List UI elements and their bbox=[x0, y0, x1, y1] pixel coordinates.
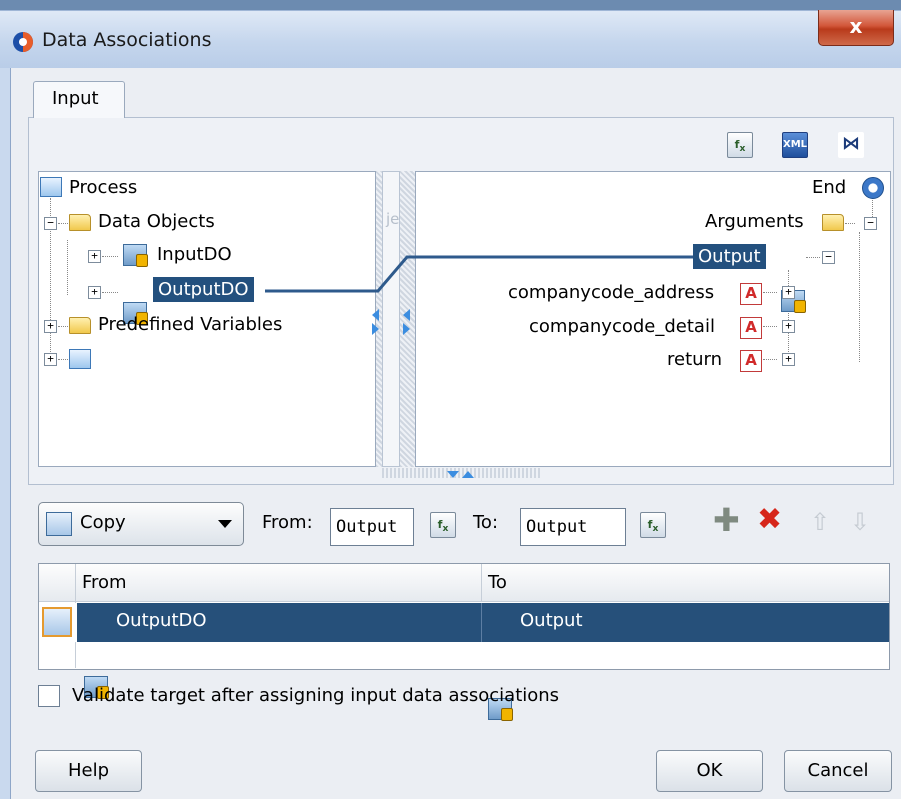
to-field[interactable]: Output bbox=[520, 508, 626, 546]
ok-button[interactable]: OK bbox=[656, 750, 763, 792]
validate-checkbox[interactable] bbox=[38, 685, 60, 707]
table-cell-to[interactable]: Output bbox=[520, 610, 583, 631]
move-down-icon[interactable]: ⇩ bbox=[850, 508, 870, 536]
chevron-down-icon[interactable] bbox=[218, 520, 232, 528]
delete-icon[interactable]: ✖ bbox=[757, 505, 782, 535]
fx-expression-icon[interactable]: fx bbox=[430, 512, 456, 538]
fx-expression-icon[interactable]: fx bbox=[640, 512, 666, 538]
copy-icon bbox=[46, 512, 72, 536]
operation-select-value: Copy bbox=[80, 512, 126, 533]
move-up-icon[interactable]: ⇧ bbox=[810, 508, 830, 536]
table-header bbox=[39, 564, 889, 602]
from-label: From: bbox=[262, 512, 313, 533]
mapping-connector[interactable] bbox=[0, 0, 901, 799]
validate-label: Validate target after assigning input da… bbox=[72, 685, 560, 706]
cancel-button[interactable]: Cancel bbox=[784, 750, 892, 792]
column-header-from[interactable]: From bbox=[82, 572, 127, 593]
column-header-to[interactable]: To bbox=[488, 572, 507, 593]
column-divider[interactable] bbox=[481, 564, 482, 602]
column-divider bbox=[481, 603, 482, 642]
table-cell-from[interactable]: OutputDO bbox=[116, 610, 207, 631]
add-icon[interactable]: ✚ bbox=[713, 504, 740, 536]
help-button[interactable]: Help bbox=[35, 750, 142, 792]
to-label: To: bbox=[473, 512, 499, 533]
copy-icon bbox=[42, 607, 72, 637]
from-field[interactable]: Output bbox=[330, 508, 414, 546]
